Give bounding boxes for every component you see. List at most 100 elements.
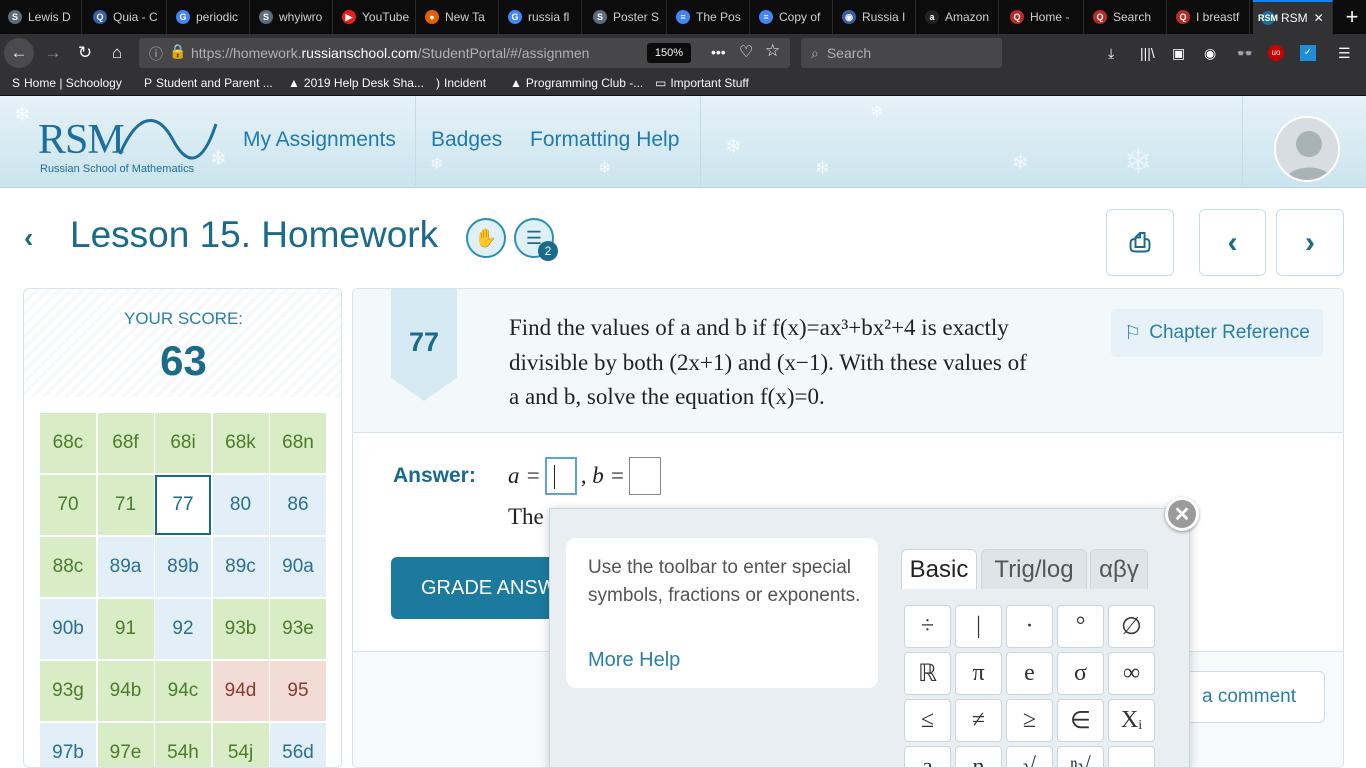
rsm-logo[interactable]: RSM bbox=[38, 116, 125, 164]
tab-basic[interactable]: Basic bbox=[901, 549, 977, 589]
browser-tab[interactable]: Q Home - bbox=[1002, 0, 1084, 34]
library-icon[interactable]: |||\ bbox=[1140, 45, 1155, 61]
info-icon[interactable]: ⓘ bbox=[149, 44, 163, 64]
symbol-key[interactable]: Xᵢ bbox=[1108, 699, 1155, 742]
bookmark-item[interactable]: S Home | Schoology bbox=[12, 76, 122, 90]
symbol-key[interactable]: ° bbox=[1057, 605, 1104, 648]
symbol-key[interactable]: · bbox=[1006, 605, 1053, 648]
problem-cell[interactable]: 88c bbox=[40, 537, 96, 597]
browser-tab[interactable]: ≡ The Pos bbox=[668, 0, 750, 34]
bookmark-item[interactable]: ▲ 2019 Help Desk Sha... bbox=[288, 76, 424, 90]
problem-cell[interactable]: 89b bbox=[155, 537, 211, 597]
problem-cell[interactable]: 95 bbox=[270, 661, 326, 721]
problem-cell[interactable]: 68n bbox=[270, 413, 326, 473]
problem-cell[interactable]: 56d bbox=[270, 723, 326, 767]
close-tab-icon[interactable]: ✕ bbox=[1314, 11, 1324, 25]
browser-tab[interactable]: ≡ Copy of bbox=[751, 0, 833, 34]
browser-tab[interactable]: a Amazon bbox=[917, 0, 999, 34]
download-icon[interactable]: ⤓ bbox=[1108, 45, 1114, 62]
chapter-reference-button[interactable]: ⚐ Chapter Reference bbox=[1111, 309, 1323, 357]
problem-cell[interactable]: 80 bbox=[212, 475, 269, 535]
symbol-key[interactable]: e bbox=[1006, 652, 1053, 695]
browser-tab[interactable]: Gperiodic bbox=[168, 0, 250, 34]
bookmark-star-icon[interactable]: ☆ bbox=[765, 41, 780, 61]
browser-tab[interactable]: Q Search bbox=[1085, 0, 1167, 34]
symbol-key[interactable]: σ bbox=[1057, 652, 1104, 695]
symbol-key[interactable]: ≥ bbox=[1006, 699, 1053, 742]
browser-tab[interactable]: ● New Ta bbox=[417, 0, 499, 34]
problem-cell[interactable]: 94d bbox=[212, 661, 269, 721]
problem-cell[interactable]: 70 bbox=[40, 475, 96, 535]
problem-cell[interactable]: 54h bbox=[155, 723, 211, 767]
nav-my-assignments[interactable]: My Assignments bbox=[243, 128, 396, 152]
browser-tab[interactable]: S Poster S bbox=[585, 0, 667, 34]
problem-cell[interactable]: 77 bbox=[155, 475, 211, 535]
next-problem-button[interactable]: › bbox=[1276, 209, 1344, 276]
browser-tab[interactable]: Swhyiwro bbox=[251, 0, 333, 34]
problem-cell[interactable]: 86 bbox=[270, 475, 326, 535]
problem-cell[interactable]: 68c bbox=[40, 413, 96, 473]
problem-cell[interactable]: 93g bbox=[40, 661, 96, 721]
problem-cell[interactable]: 92 bbox=[155, 599, 211, 659]
bookmark-item[interactable]: P Student and Parent ... bbox=[144, 76, 273, 90]
print-button[interactable]: ⎙ bbox=[1106, 209, 1174, 276]
problem-cell[interactable]: 68k bbox=[212, 413, 269, 473]
browser-tab[interactable]: Q Quia - C bbox=[85, 0, 167, 34]
symbol-key[interactable]: ℝ bbox=[904, 652, 951, 695]
nav-formatting-help[interactable]: Formatting Help bbox=[530, 128, 679, 152]
problem-cell[interactable]: 97e bbox=[97, 723, 154, 767]
problem-cell[interactable]: 54j bbox=[212, 723, 269, 767]
symbol-key[interactable]: → bbox=[1108, 746, 1155, 767]
answer-b-input[interactable] bbox=[629, 457, 662, 495]
page-actions-icon[interactable]: ••• bbox=[711, 44, 726, 60]
more-help-link[interactable]: More Help bbox=[588, 649, 680, 672]
problem-cell[interactable]: 93b bbox=[212, 599, 269, 659]
symbol-key[interactable]: ∞ bbox=[1108, 652, 1155, 695]
browser-tab[interactable]: ▶ YouTube bbox=[334, 0, 416, 34]
menu-icon[interactable]: ☰ bbox=[1338, 45, 1351, 62]
browser-tab[interactable]: RSM RSM ✕ bbox=[1253, 0, 1333, 34]
problem-cell[interactable]: 94c bbox=[155, 661, 211, 721]
tab-greek[interactable]: αβγ bbox=[1090, 549, 1148, 589]
incognito-icon[interactable]: 👓 bbox=[1236, 45, 1253, 62]
tab-trig-log[interactable]: Trig/log bbox=[981, 549, 1087, 589]
new-tab-button[interactable]: + bbox=[1338, 0, 1366, 34]
extension-icon[interactable]: ✓ bbox=[1300, 45, 1316, 61]
problem-cell[interactable]: 93e bbox=[270, 599, 326, 659]
problem-cell[interactable]: 91 bbox=[97, 599, 154, 659]
bookmark-item[interactable]: ▭ Important Stuff bbox=[655, 76, 749, 90]
back-button[interactable]: ← bbox=[4, 38, 34, 68]
account-icon[interactable]: ◉ bbox=[1204, 45, 1216, 62]
problem-cell[interactable]: 89a bbox=[97, 537, 154, 597]
problem-cell[interactable]: 94b bbox=[97, 661, 154, 721]
user-avatar[interactable] bbox=[1274, 116, 1340, 182]
problem-cell[interactable]: 97b bbox=[40, 723, 96, 767]
symbol-key[interactable]: n bbox=[955, 746, 1002, 767]
close-popup-button[interactable]: ✕ bbox=[1165, 497, 1199, 531]
bookmark-item[interactable]: ▲ Programming Club -... bbox=[510, 76, 643, 90]
hand-badge-icon[interactable]: ✋ bbox=[466, 218, 506, 258]
forward-button[interactable]: → bbox=[38, 38, 68, 68]
url-bar[interactable]: ⓘ 🔒 https://homework.russianschool.com/S… bbox=[139, 38, 790, 68]
symbol-key[interactable]: π bbox=[955, 652, 1002, 695]
symbol-key[interactable]: √ bbox=[1006, 746, 1053, 767]
reload-button[interactable]: ↻ bbox=[70, 38, 100, 68]
problem-cell[interactable]: 90b bbox=[40, 599, 96, 659]
browser-tab[interactable]: Grussia fl bbox=[500, 0, 582, 34]
symbol-key[interactable]: ≠ bbox=[955, 699, 1002, 742]
symbol-key[interactable]: ≤ bbox=[904, 699, 951, 742]
browser-tab[interactable]: ◉ Russia I bbox=[834, 0, 916, 34]
home-button[interactable]: ⌂ bbox=[102, 38, 132, 68]
bookmark-item[interactable]: ) Incident bbox=[436, 76, 486, 90]
ublock-icon[interactable]: uo bbox=[1268, 45, 1284, 61]
sidebar-icon[interactable]: ▣ bbox=[1172, 45, 1185, 62]
symbol-key[interactable]: a bbox=[904, 746, 951, 767]
problem-cell[interactable]: 89c bbox=[212, 537, 269, 597]
problem-cell[interactable]: 71 bbox=[97, 475, 154, 535]
browser-tab[interactable]: S Lewis D bbox=[0, 0, 82, 34]
previous-problem-button[interactable]: ‹ bbox=[1199, 209, 1266, 276]
search-bar[interactable]: ⌕ Search bbox=[801, 38, 1002, 68]
problem-cell[interactable]: 90a bbox=[270, 537, 326, 597]
symbol-key[interactable]: ∅ bbox=[1108, 605, 1155, 648]
nav-badges[interactable]: Badges bbox=[431, 128, 502, 152]
